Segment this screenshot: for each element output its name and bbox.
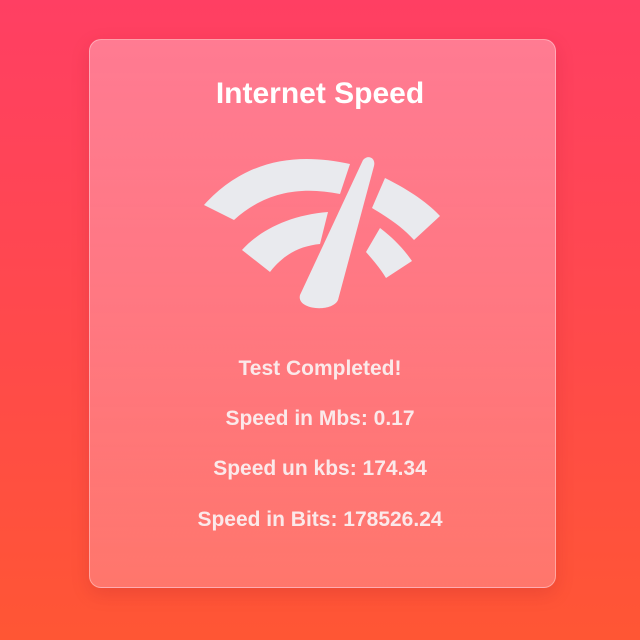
status-text: Test Completed! <box>238 357 402 380</box>
page-title: Internet Speed <box>215 77 425 110</box>
speed-bits-text: Speed in Bits: 178526.24 <box>197 508 443 531</box>
speed-mbs-text: Speed in Mbs: 0.17 <box>225 407 415 430</box>
speed-kbs-text: Speed un kbs: 174.34 <box>213 457 427 480</box>
speedometer-wifi-icon <box>204 157 440 309</box>
